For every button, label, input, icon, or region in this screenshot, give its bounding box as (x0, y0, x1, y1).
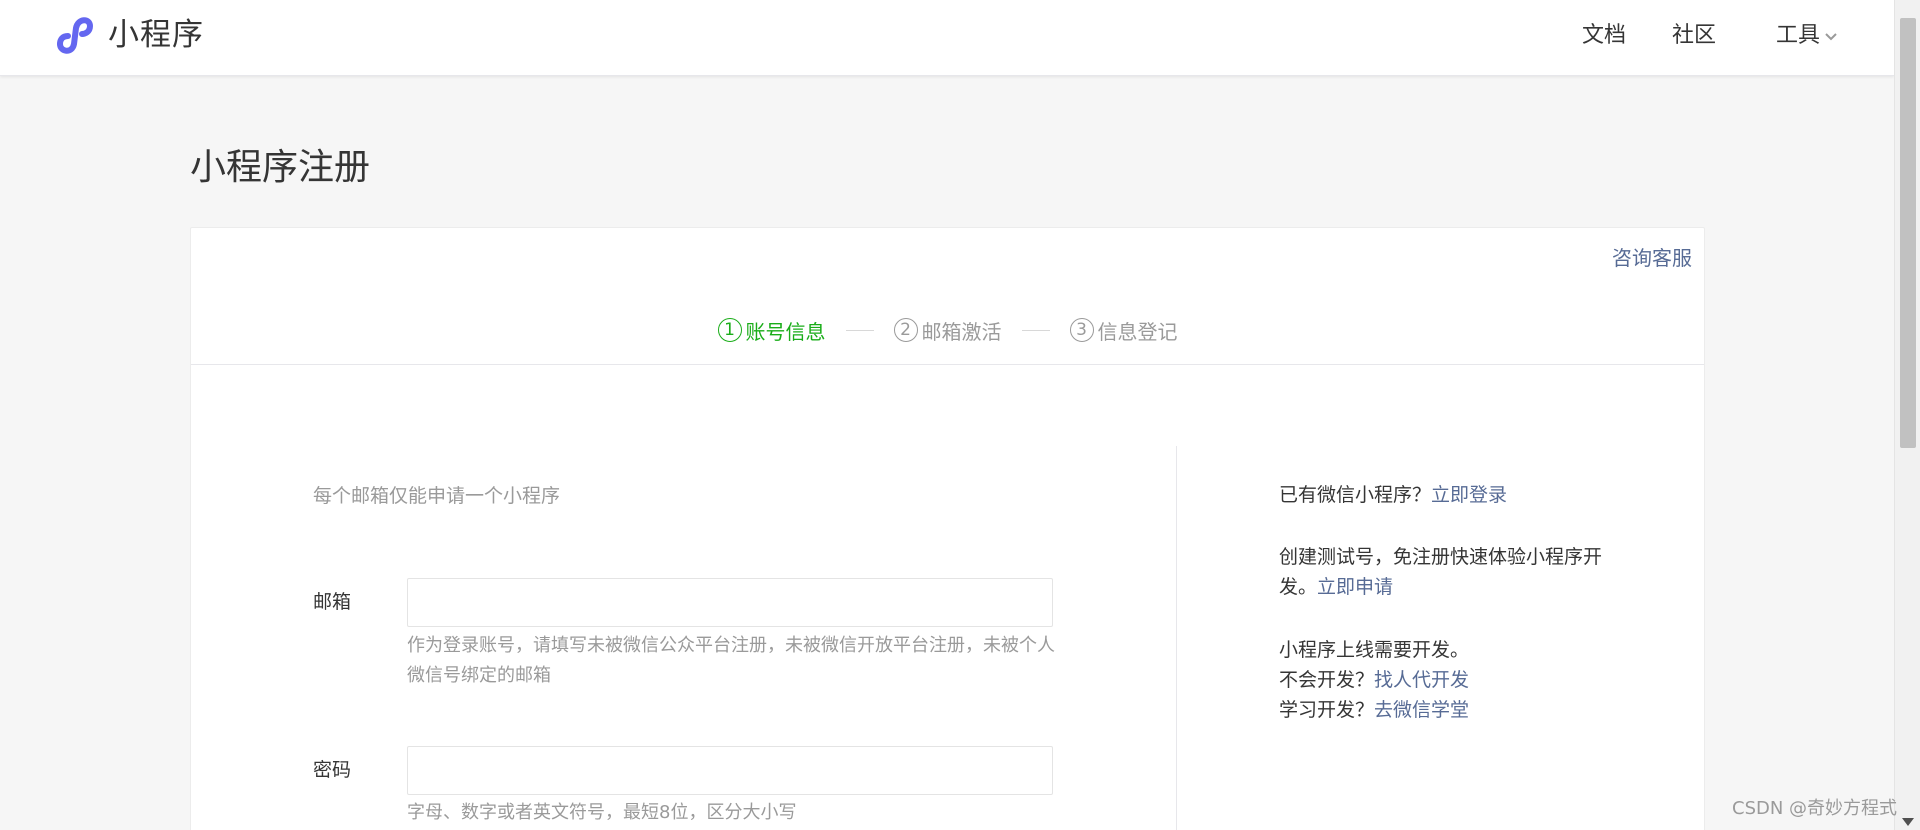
header-divider (191, 364, 1704, 365)
online-requirement-text: 小程序上线需要开发。 (1279, 639, 1470, 661)
step-indicator: 1 账号信息 2 邮箱激活 3 信息登记 (191, 312, 1704, 348)
test-account-prompt: 创建测试号，免注册快速体验小程序开发。立即申请 (1279, 542, 1609, 602)
page-scrollbar[interactable] (1894, 0, 1920, 830)
nav-tools-label: 工具 (1776, 23, 1821, 48)
email-label: 邮箱 (313, 591, 352, 613)
chevron-down-icon (1825, 33, 1837, 41)
brand-name[interactable]: 小程序 (108, 14, 204, 56)
apply-test-link[interactable]: 立即申请 (1317, 576, 1393, 598)
email-input[interactable] (407, 578, 1053, 627)
login-prompt: 已有微信小程序？立即登录 (1279, 480, 1609, 510)
step-separator (845, 329, 874, 331)
nav-community[interactable]: 社区 (1672, 18, 1716, 54)
find-developer-link[interactable]: 找人代开发 (1374, 669, 1469, 691)
consult-service-link[interactable]: 咨询客服 (1612, 244, 1692, 272)
step-info-registration: 3 信息登记 (1069, 316, 1178, 345)
scroll-down-arrow-icon[interactable] (1902, 818, 1914, 826)
login-prompt-text: 已有微信小程序？ (1279, 484, 1432, 506)
nav-tools[interactable]: 工具 (1776, 18, 1838, 54)
nav-docs[interactable]: 文档 (1582, 18, 1626, 54)
page-title: 小程序注册 (190, 147, 371, 188)
csdn-watermark: CSDN @奇妙方程式 (1732, 798, 1898, 819)
step-label: 信息登记 (1097, 319, 1178, 344)
step-number: 3 (1069, 318, 1094, 342)
password-label: 密码 (313, 759, 352, 781)
development-help: 小程序上线需要开发。 不会开发？找人代开发 学习开发？去微信学堂 (1279, 635, 1609, 725)
step-number: 2 (893, 318, 918, 342)
form-intro: 每个邮箱仅能申请一个小程序 (313, 485, 561, 507)
no-dev-text: 不会开发？ (1279, 669, 1375, 691)
scrollbar-thumb[interactable] (1900, 18, 1916, 448)
email-hint: 作为登录账号，请填写未被微信公众平台注册，未被微信开放平台注册，未被个人微信号绑… (407, 635, 1055, 686)
top-header: 小程序 文档 社区 工具 (0, 0, 1894, 76)
login-link[interactable]: 立即登录 (1431, 484, 1507, 506)
column-divider (1176, 446, 1177, 830)
step-label: 账号信息 (745, 319, 826, 344)
learn-row: 学习开发？去微信学堂 (1279, 695, 1609, 725)
wechat-academy-link[interactable]: 去微信学堂 (1374, 699, 1469, 721)
step-number: 1 (717, 318, 742, 342)
step-account-info: 1 账号信息 (717, 316, 826, 345)
step-separator (1021, 329, 1050, 331)
step-email-activation: 2 邮箱激活 (893, 316, 1002, 345)
mini-program-logo-icon[interactable] (52, 14, 98, 56)
step-label: 邮箱激活 (921, 319, 1002, 344)
learn-text: 学习开发？ (1279, 699, 1375, 721)
password-hint: 字母、数字或者英文符号，最短8位，区分大小写 (407, 802, 797, 823)
registration-card: 咨询客服 1 账号信息 2 邮箱激活 3 信息登记 每个邮箱仅能申请一个小程序 … (190, 227, 1705, 830)
outsource-row: 不会开发？找人代开发 (1279, 665, 1609, 695)
password-input[interactable] (407, 746, 1053, 795)
